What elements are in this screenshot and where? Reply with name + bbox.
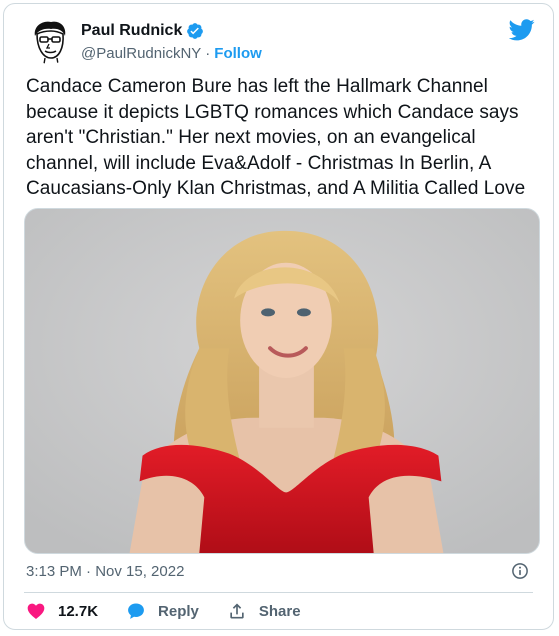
heart-icon <box>27 603 45 619</box>
tweet-timestamp[interactable]: 3:13 PM · Nov 15, 2022 <box>26 563 184 580</box>
speech-bubble-icon <box>128 603 144 619</box>
avatar-caricature-image <box>27 18 73 64</box>
woman-in-red-dress-image <box>25 209 539 553</box>
author-name[interactable]: Paul Rudnick <box>81 22 182 40</box>
tweet-card: Paul Rudnick @PaulRudnickNY · Follow Can… <box>3 3 554 630</box>
share-label: Share <box>258 602 301 620</box>
author-name-row: Paul Rudnick <box>81 22 204 40</box>
like-button[interactable]: 12.7K <box>26 601 98 621</box>
tweet-actions: 12.7K Reply Share <box>26 601 329 621</box>
share-upload-icon <box>230 603 244 619</box>
twitter-bird-icon[interactable] <box>509 19 535 41</box>
follow-button[interactable]: Follow <box>214 45 262 62</box>
avatar[interactable] <box>27 18 73 64</box>
verified-badge-icon <box>187 23 204 39</box>
likes-count: 12.7K <box>58 602 99 620</box>
info-icon[interactable] <box>511 562 529 580</box>
tweet-text: Candace Cameron Bure has left the Hallma… <box>26 76 526 199</box>
author-handle[interactable]: @PaulRudnickNY <box>81 45 201 62</box>
reply-label: Reply <box>158 602 199 620</box>
tweet-photo[interactable] <box>24 208 540 554</box>
reply-button[interactable]: Reply <box>126 601 199 621</box>
divider <box>24 592 533 593</box>
separator-dot: · <box>205 45 211 62</box>
author-handle-row: @PaulRudnickNY · Follow <box>81 45 262 62</box>
share-button[interactable]: Share <box>227 601 301 621</box>
